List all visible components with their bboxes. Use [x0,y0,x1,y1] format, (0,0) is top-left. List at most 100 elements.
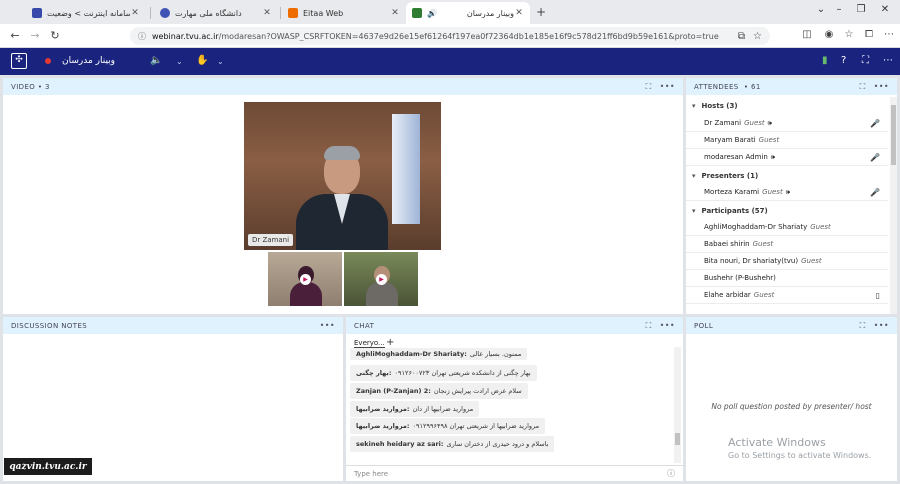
extensions-icon[interactable]: ⧠ [862,29,876,40]
chat-sender: Zanjan (P-Zanjan) 2: [356,387,431,395]
reload-icon[interactable]: ↻ [48,29,62,42]
layout-icon[interactable]: ✣ [11,53,27,69]
browser-tab-webinar[interactable]: 🔊 وبینار مدرسان ✕ [406,2,530,24]
help-icon[interactable]: ? [841,55,846,66]
address-bar[interactable]: ⓘ webinar.tvu.ac.ir/modaresan?OWASP_CSRF… [130,27,770,45]
participant-video-1[interactable]: ▶ [268,252,342,306]
window-close-icon[interactable]: ✕ [876,4,894,15]
attendee-row[interactable]: modaresan Admin 🕪 🎤 [686,149,888,166]
chevron-down-icon[interactable]: ⌄ [176,57,183,66]
chat-message: مروارید ضرابیها: مروارید ضرابیها از دان [350,401,480,417]
favorites-icon[interactable]: ☆ [842,29,856,40]
close-icon[interactable]: ✕ [130,8,140,18]
site-watermark: qazvin.tvu.ac.ir [4,458,92,475]
chevron-down-icon[interactable]: ⌄ [217,57,224,66]
tab-title: وبینار مدرسان [466,8,514,18]
close-icon[interactable]: ✕ [262,8,272,18]
scrollbar-thumb[interactable] [675,433,680,445]
attendee-row[interactable]: Dr Zamani Guest 🕪 🎤 [686,115,888,132]
browser-tab-university[interactable]: دانشگاه ملی مهارت ✕ [154,2,278,24]
chat-text: سلام عرض ارادت پیرایش زنجان [433,387,522,395]
maximize-icon[interactable]: ⛶ [646,82,652,92]
speaker-icon[interactable]: 🔊 [427,9,437,18]
room-name: وبینار مدرسان [62,56,116,66]
more-icon[interactable]: ••• [874,82,889,91]
scrollbar-thumb[interactable] [891,105,896,165]
more-icon[interactable]: ⋯ [883,55,893,66]
close-icon[interactable]: ✕ [514,8,524,18]
signal-strength-icon: ▮ [822,55,828,66]
site-info-icon[interactable]: ⓘ [138,31,146,42]
chat-sender: AghliMoghaddam-Dr Shariaty: [356,350,467,358]
attendee-row[interactable]: Morteza Karami Guest 🕪 🎤 [686,184,888,201]
group-participants[interactable]: ▾ Participants (57) [686,202,888,219]
pane-title: DISCUSSION NOTES [11,321,88,330]
attendee-role: Guest [744,119,765,127]
attendee-role: Guest [758,136,780,144]
raise-hand-icon[interactable]: ✋ [196,55,208,66]
close-icon[interactable]: ✕ [390,8,400,18]
mobile-device-icon: ▯ [875,290,880,300]
speaking-icon: 🕪 [770,152,776,161]
minimize-icon[interactable]: – [830,4,848,15]
more-icon[interactable]: ••• [320,321,335,330]
more-icon[interactable]: ••• [660,82,675,91]
forward-arrow-icon[interactable]: → [28,29,42,42]
maximize-icon[interactable]: ⛶ [646,321,652,331]
attendee-row[interactable]: Elahe arbidar Guest ▯ [686,287,888,304]
chat-message: sekineh heidary az sari: باسلام و درود حی… [350,436,555,452]
microphone-icon[interactable]: 🎤 [870,153,880,162]
browser-tab-internet[interactable]: سامانه اینترنت > وضعیت ✕ [26,2,146,24]
attendee-name: Dr Zamani [704,119,742,127]
speaker-icon[interactable]: 🔈 [150,55,162,66]
attendee-row[interactable]: Maryam Barati Guest [686,132,888,149]
star-icon[interactable]: ☆ [753,31,762,42]
screen-share-icon[interactable]: ⧉ [738,31,745,42]
main-video-feed[interactable]: Dr Zamani [244,102,441,250]
chevron-down-icon[interactable]: ▾ [692,102,696,110]
maximize-icon[interactable]: ⛶ [860,321,866,331]
pane-title: VIDEO [11,82,36,91]
maximize-icon[interactable]: ⛶ [860,82,866,92]
back-arrow-icon[interactable]: ← [8,29,22,42]
record-icon[interactable] [45,58,51,64]
chat-pane: CHAT ⛶ ••• Everyo... + AghliMoghaddam-Dr… [346,317,683,481]
attendee-row[interactable]: AghliMoghaddam-Dr Shariaty Guest [686,219,888,236]
chevron-down-icon[interactable]: ⌄ [812,4,830,15]
attendees-scrollbar[interactable] [890,97,897,314]
chat-scrollbar[interactable] [674,347,681,463]
speaking-icon: 🕪 [767,118,773,127]
microphone-icon[interactable]: 🎤 [870,188,880,197]
group-presenters[interactable]: ▾ Presenters (1) [686,167,888,184]
participant-video-2[interactable]: ▶ [344,252,418,306]
activate-windows-notice: Activate Windows Go to Settings to activ… [728,436,871,460]
group-hosts[interactable]: ▾ Hosts (3) [686,97,888,114]
play-icon[interactable]: ▶ [300,274,311,285]
more-icon[interactable]: ••• [660,321,675,330]
fullscreen-icon[interactable]: ⛶ [862,55,869,66]
help-icon[interactable]: ⓘ [667,468,675,479]
more-icon[interactable]: ⋯ [882,29,896,40]
participant-person [290,266,322,306]
attendee-row[interactable]: Bushehr (P-Bushehr) [686,270,888,287]
profile-icon[interactable]: ◉ [822,29,836,40]
chevron-down-icon[interactable]: ▾ [692,172,696,180]
browser-tab-eitaa[interactable]: Eitaa Web ✕ [282,2,406,24]
attendee-count: • 61 [743,82,761,91]
play-icon[interactable]: ▶ [376,274,387,285]
restore-icon[interactable]: ❐ [852,4,870,15]
url-path: /modaresan?OWASP_CSRFTOKEN=4637e9d26e15e… [218,31,719,41]
chat-pane-header: CHAT ⛶ ••• [346,317,683,334]
chevron-down-icon[interactable]: ▾ [692,207,696,215]
more-icon[interactable]: ••• [874,321,889,330]
chat-input[interactable]: Type here [354,470,667,478]
chat-tab-everyone[interactable]: Everyo... [354,339,385,348]
microphone-icon[interactable]: 🎤 [870,119,880,128]
add-chat-tab-button[interactable]: + [386,337,394,348]
attendee-row[interactable]: Babaei shirin Guest [686,236,888,253]
attendee-row[interactable]: Bita nouri, Dr shariaty(tvu) Guest [686,253,888,270]
attendee-name: Babaei shirin [704,240,750,248]
split-screen-icon[interactable]: ◫ [800,29,814,40]
adobe-connect-favicon-icon [412,8,422,18]
new-tab-button[interactable]: + [536,5,546,19]
